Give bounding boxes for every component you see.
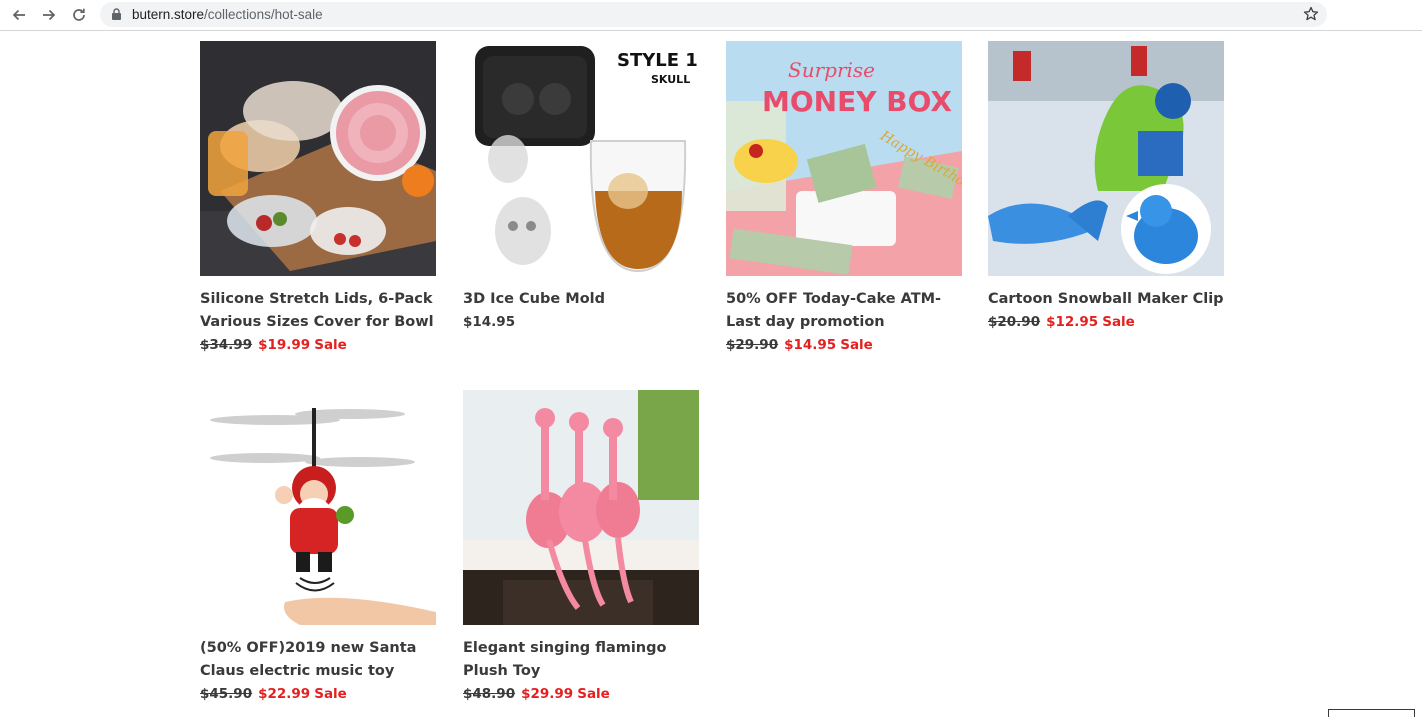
star-icon[interactable] <box>1303 6 1319 22</box>
product-title[interactable]: Cartoon Snowball Maker Clip $20.90 $12.95… <box>988 288 1228 334</box>
url-text: butern.store/collections/hot-sale <box>132 6 323 23</box>
sale-label: Sale <box>577 686 610 702</box>
product-price: $20.90 $12.95 Sale <box>988 311 1228 334</box>
product-name: 50% OFF Today-Cake ATM-Last day promotio… <box>726 291 942 330</box>
product-image-snowball-maker[interactable] <box>988 41 1224 276</box>
image-caption-surprise: Surprise <box>788 58 875 82</box>
product-title[interactable]: 50% OFF Today-Cake ATM-Last day promotio… <box>726 288 966 357</box>
product-image-silicone-lids[interactable] <box>200 41 436 276</box>
url-domain: butern.store <box>132 7 205 22</box>
old-price: $29.90 <box>726 337 779 353</box>
image-caption-money-box: MONEY BOX <box>762 85 952 118</box>
product-name: Cartoon Snowball Maker Clip <box>988 291 1224 307</box>
product-name: Silicone Stretch Lids, 6-Pack Various Si… <box>200 291 434 330</box>
old-price: $34.99 <box>200 337 253 353</box>
product-name: (50% OFF)2019 new Santa Claus electric m… <box>200 640 417 679</box>
sale-price: $19.99 <box>258 337 311 353</box>
product-image-ice-cube-mold[interactable]: STYLE 1 SKULL <box>463 41 699 276</box>
sale-price: $29.99 <box>521 686 574 702</box>
old-price: $48.90 <box>463 686 516 702</box>
sale-price: $12.95 <box>1046 314 1099 330</box>
product-name: 3D Ice Cube Mold <box>463 291 606 307</box>
sale-label: Sale <box>314 686 347 702</box>
old-price: $45.90 <box>200 686 253 702</box>
browser-toolbar: butern.store/collections/hot-sale <box>0 0 1422 31</box>
sale-label: Sale <box>840 337 873 353</box>
old-price: $20.90 <box>988 314 1041 330</box>
product-price: $45.90 $22.99 Sale <box>200 683 440 706</box>
sale-price: $14.95 <box>784 337 837 353</box>
image-caption-style: STYLE 1 <box>617 50 698 71</box>
product-price: $14.95 <box>463 311 703 334</box>
address-bar[interactable]: butern.store/collections/hot-sale <box>100 2 1327 27</box>
arrow-left-icon[interactable] <box>8 4 30 26</box>
sale-label: Sale <box>1102 314 1135 330</box>
product-price: $48.90 $29.99 Sale <box>463 683 703 706</box>
product-image-flamingo[interactable] <box>463 390 699 625</box>
product-title[interactable]: Elegant singing flamingo Plush Toy $48.9… <box>463 637 703 706</box>
arrow-right-icon[interactable] <box>38 4 60 26</box>
image-caption-skull: SKULL <box>651 73 690 86</box>
sale-price: $22.99 <box>258 686 311 702</box>
lock-icon <box>112 8 121 20</box>
product-title[interactable]: (50% OFF)2019 new Santa Claus electric m… <box>200 637 440 706</box>
product-title[interactable]: Silicone Stretch Lids, 6-Pack Various Si… <box>200 288 440 357</box>
product-image-santa-toy[interactable] <box>200 390 436 625</box>
product-price: $29.90 $14.95 Sale <box>726 334 966 357</box>
chat-widget-edge[interactable] <box>1328 709 1415 717</box>
product-title[interactable]: 3D Ice Cube Mold $14.95 <box>463 288 703 334</box>
product-price: $34.99 $19.99 Sale <box>200 334 440 357</box>
url-path: /collections/hot-sale <box>204 7 323 22</box>
reload-icon[interactable] <box>68 4 90 26</box>
product-image-money-box[interactable]: Surprise MONEY BOX Happy Birthday <box>726 41 962 276</box>
product-name: Elegant singing flamingo Plush Toy <box>463 640 667 679</box>
regular-price: $14.95 <box>463 314 516 330</box>
sale-label: Sale <box>314 337 347 353</box>
